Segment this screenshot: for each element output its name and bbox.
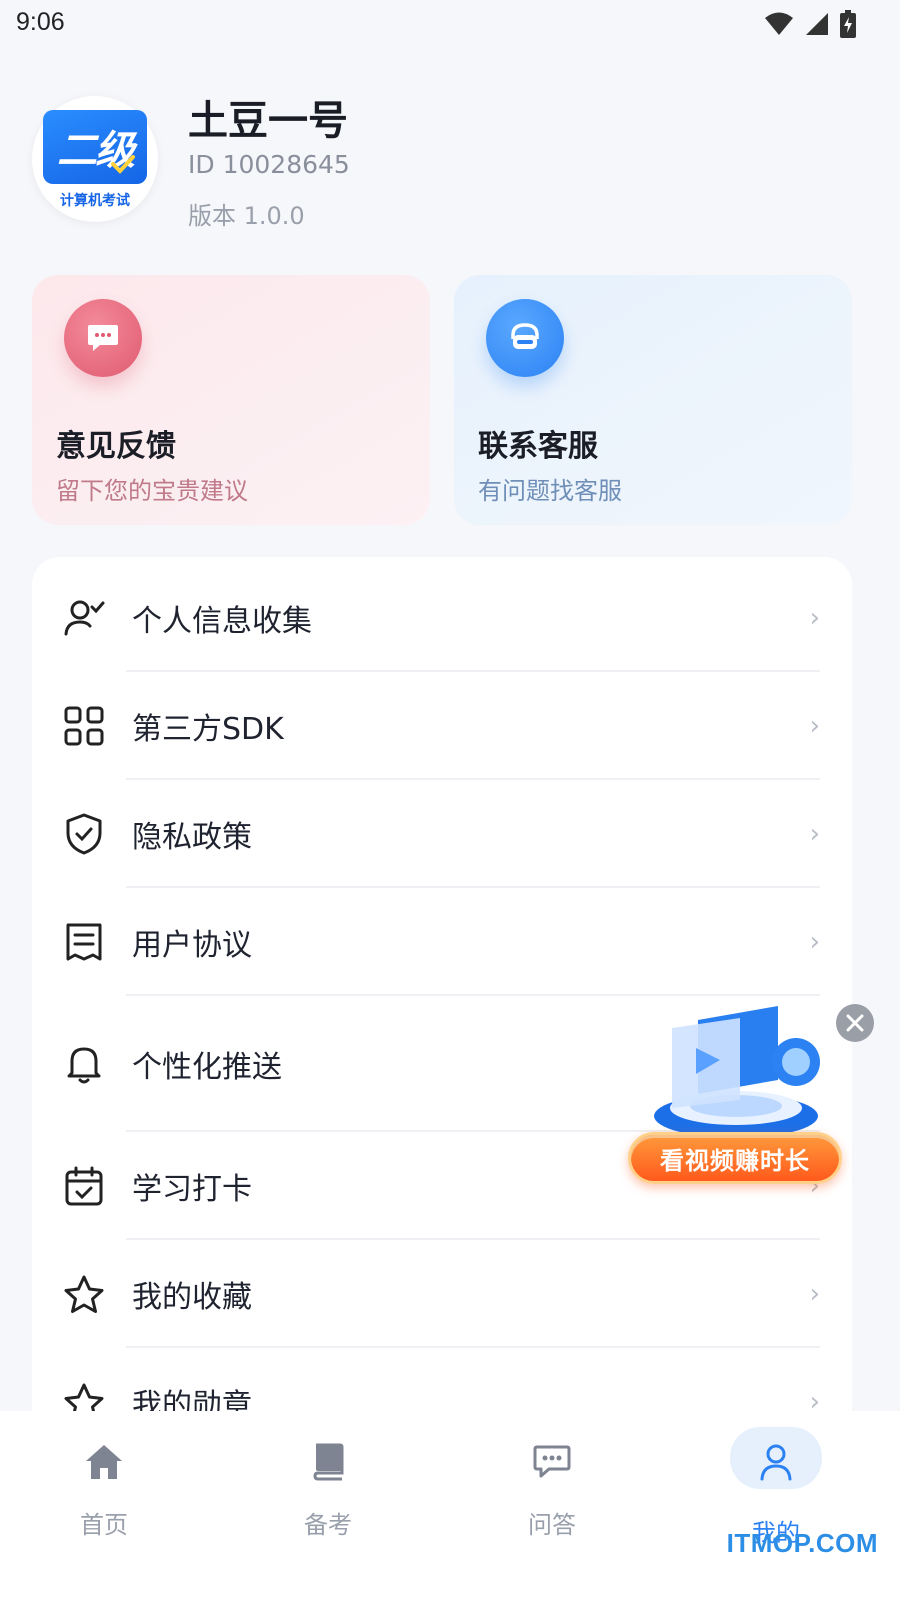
document-icon [62, 920, 106, 964]
menu-label: 个性化推送 [132, 1050, 282, 1085]
star-icon [62, 1272, 106, 1316]
service-title: 联系客服 [478, 429, 598, 464]
chevron-right-icon: › [809, 711, 820, 741]
headset-icon [486, 299, 564, 377]
bottom-tab-bar: 首页 备考 问答 我的 [0, 1411, 900, 1600]
wifi-icon [765, 12, 793, 35]
menu-item-my-favorites[interactable]: 我的收藏 › [32, 1240, 852, 1348]
tab-home[interactable]: 首页 [24, 1411, 184, 1600]
chevron-right-icon: › [809, 1279, 820, 1309]
menu-item-privacy-policy[interactable]: 隐私政策 › [32, 780, 852, 888]
watermark: ITMOP.COM [726, 1528, 878, 1558]
tab-label: 首页 [80, 1511, 128, 1539]
status-time: 9:06 [16, 8, 65, 36]
menu-item-user-agreement[interactable]: 用户协议 › [32, 888, 852, 996]
avatar-caption: 计算机考试 [60, 193, 130, 209]
tab-label: 问答 [528, 1511, 576, 1539]
chevron-right-icon: › [809, 819, 820, 849]
feedback-card[interactable]: 意见反馈 留下您的宝贵建议 [32, 275, 430, 525]
tab-label: 备考 [304, 1511, 352, 1539]
menu-label: 学习打卡 [132, 1172, 252, 1207]
book-icon [305, 1439, 351, 1485]
user-icon [753, 1439, 799, 1485]
app-logo: 二级 [43, 110, 147, 184]
tab-exam-prep[interactable]: 备考 [248, 1411, 408, 1600]
chevron-right-icon: › [809, 927, 820, 957]
menu-item-personal-info[interactable]: 个人信息收集 › [32, 564, 852, 672]
menu-label: 第三方SDK [132, 712, 284, 747]
service-subtitle: 有问题找客服 [478, 477, 622, 505]
menu-label: 我的收藏 [132, 1280, 252, 1315]
signal-icon [806, 13, 828, 35]
avatar[interactable]: 二级 计算机考试 [32, 96, 158, 222]
feedback-subtitle: 留下您的宝贵建议 [56, 477, 248, 505]
video-camera-icon [654, 1006, 820, 1138]
tab-mine[interactable]: 我的 [696, 1411, 856, 1600]
watch-video-promo[interactable]: 看视频赚时长 [628, 1000, 844, 1190]
menu-label: 隐私政策 [132, 820, 252, 855]
customer-service-card[interactable]: 联系客服 有问题找客服 [454, 275, 852, 525]
bell-icon [62, 1042, 106, 1086]
battery-icon [840, 10, 856, 38]
app-version: 版本 1.0.0 [188, 202, 305, 230]
menu-label: 个人信息收集 [132, 604, 312, 639]
feedback-title: 意见反馈 [56, 429, 176, 464]
user-name: 土豆一号 [188, 98, 348, 144]
user-id: ID 10028645 [188, 150, 350, 179]
feedback-chat-icon [64, 299, 142, 377]
status-icons [764, 10, 856, 38]
menu-label: 用户协议 [132, 928, 252, 963]
chat-icon [529, 1439, 575, 1485]
user-check-icon [62, 596, 106, 640]
status-bar: 9:06 [0, 0, 900, 50]
close-icon [846, 1014, 864, 1032]
check-icon [111, 155, 135, 174]
menu-item-third-party-sdk[interactable]: 第三方SDK › [32, 672, 852, 780]
tab-qa[interactable]: 问答 [472, 1411, 632, 1600]
promo-close-button[interactable] [836, 1004, 874, 1042]
home-icon [81, 1439, 127, 1485]
grid-icon [62, 704, 106, 748]
watch-video-button[interactable]: 看视频赚时长 [628, 1132, 842, 1184]
chevron-right-icon: › [809, 603, 820, 633]
calendar-check-icon [62, 1164, 106, 1208]
shield-check-icon [62, 812, 106, 856]
